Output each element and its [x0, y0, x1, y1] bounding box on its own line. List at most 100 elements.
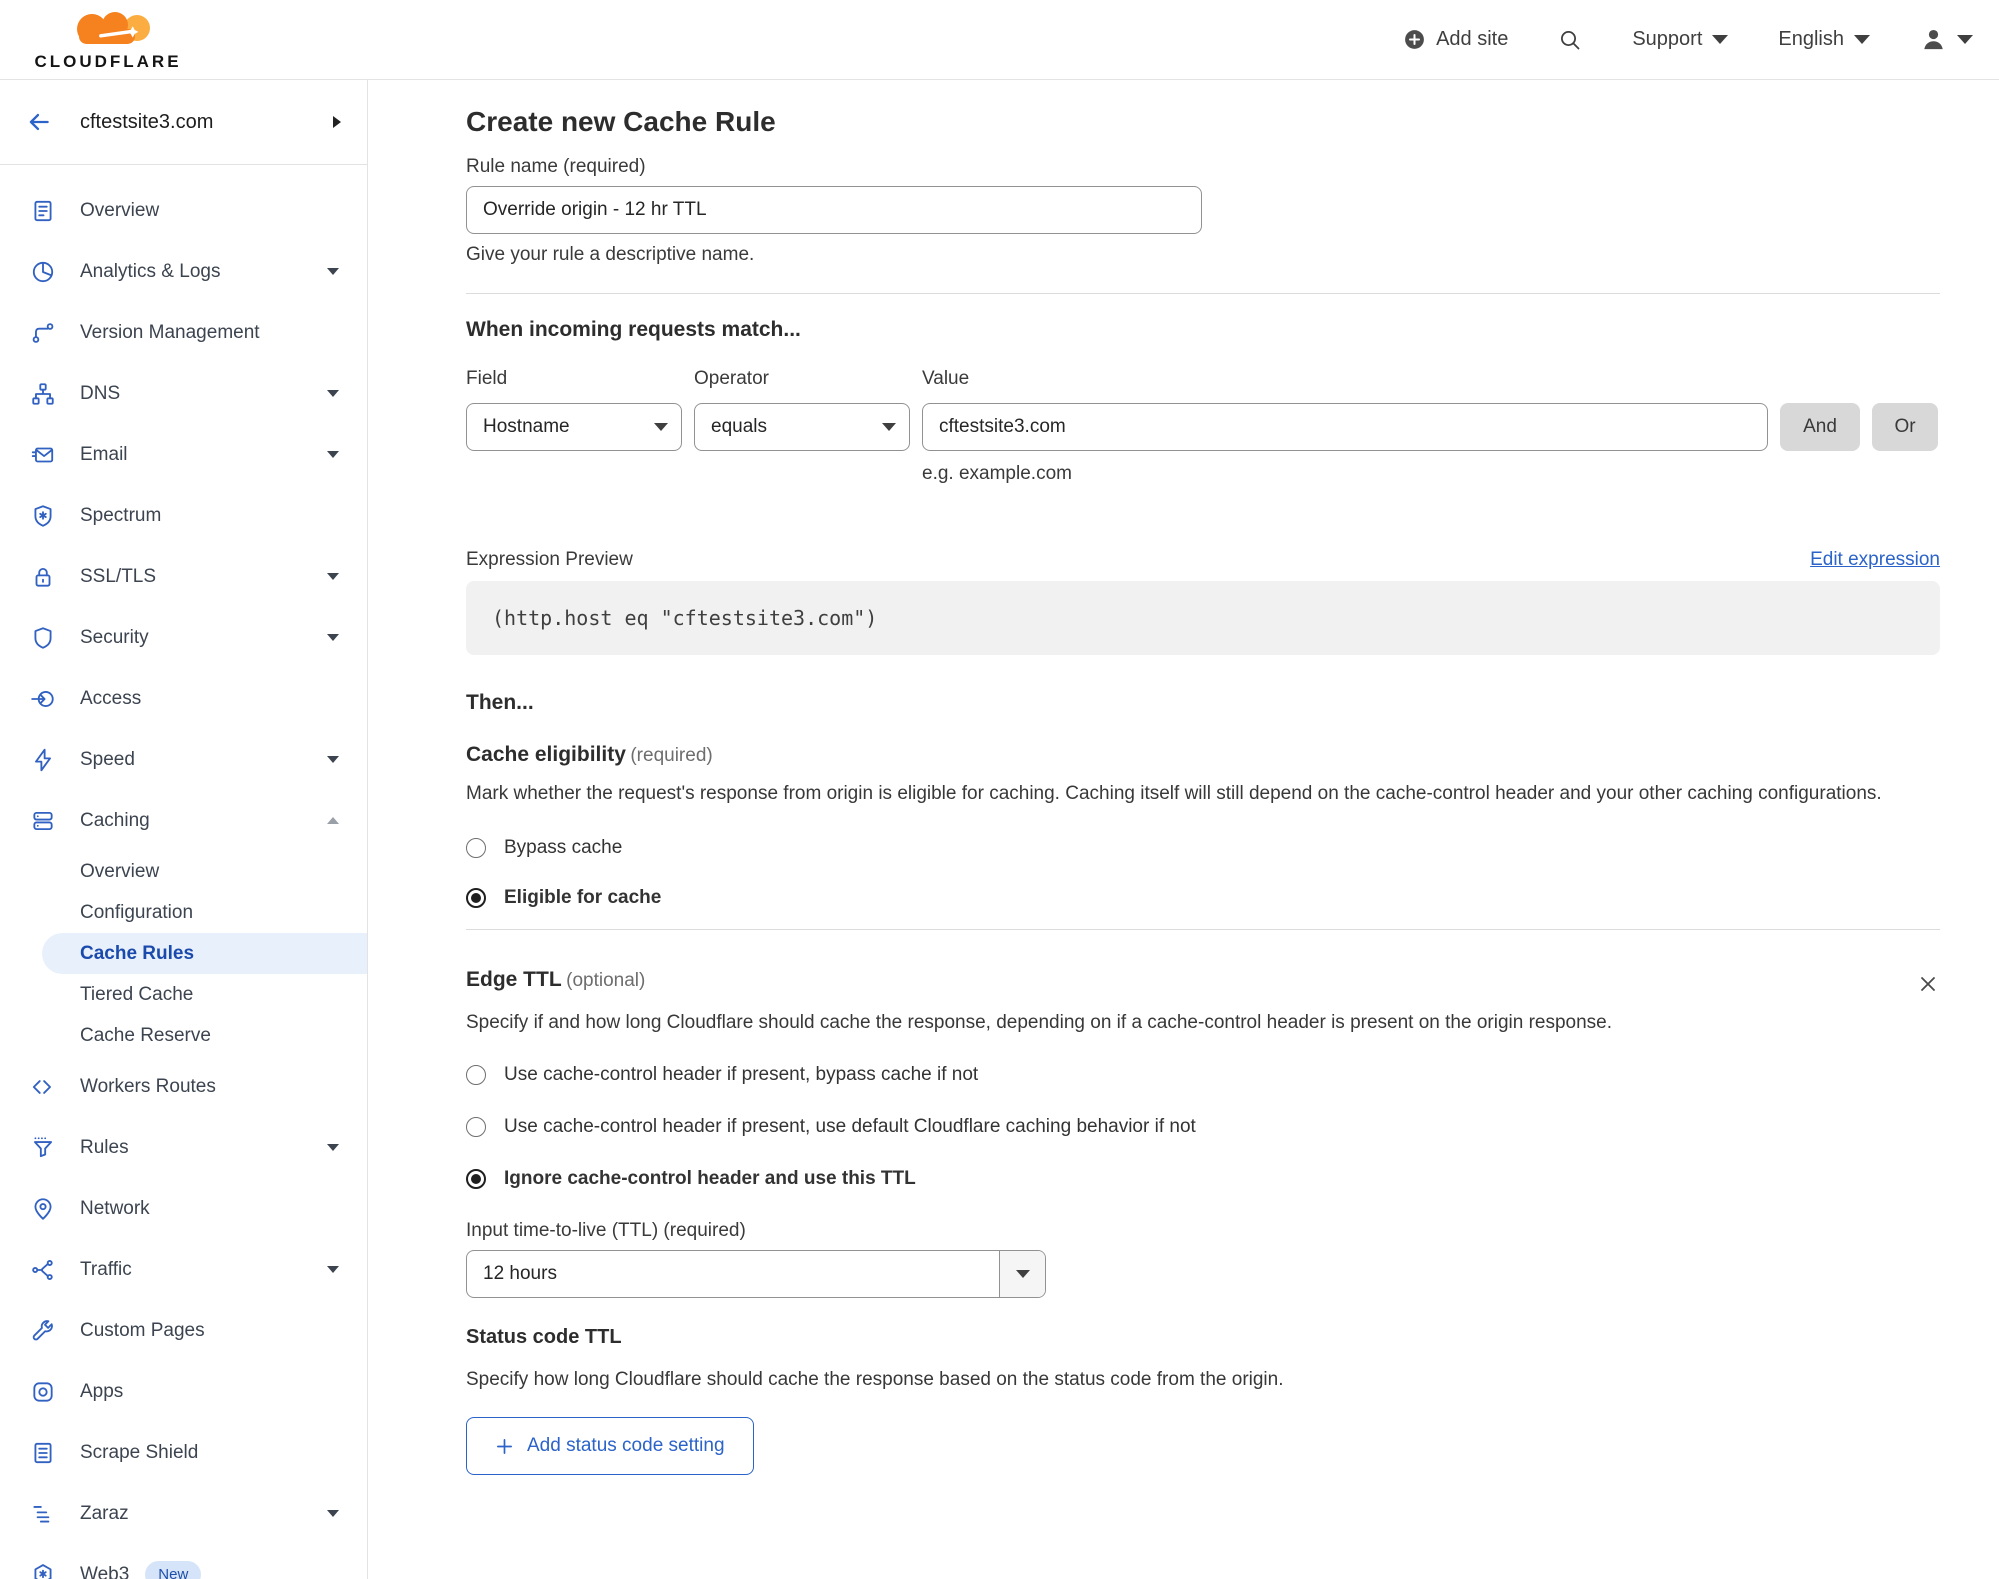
sidebar-item-access[interactable]: Access: [0, 668, 367, 729]
radio-eligible-for-cache[interactable]: Eligible for cache: [466, 887, 1940, 909]
sidebar-item-traffic[interactable]: Traffic: [0, 1239, 367, 1300]
top-header: CLOUDFLARE Add site Support English: [0, 0, 1999, 80]
and-button[interactable]: And: [1780, 403, 1860, 451]
radio-button-checked[interactable]: [466, 888, 486, 908]
wrench-icon: [30, 1318, 56, 1344]
sub-item-label: Cache Rules: [80, 942, 195, 964]
radio-button[interactable]: [466, 1065, 486, 1085]
site-expand-icon[interactable]: [333, 116, 341, 128]
radio-label: Ignore cache-control header and use this…: [504, 1168, 916, 1189]
search-button[interactable]: [1558, 28, 1582, 52]
expression-header-row: Expression Preview Edit expression: [466, 549, 1940, 571]
sidebar-item-security[interactable]: Security: [0, 607, 367, 668]
add-status-code-setting-button[interactable]: Add status code setting: [466, 1417, 754, 1475]
sidebar-item-cache-reserve[interactable]: Cache Reserve: [0, 1015, 367, 1056]
chevron-down-icon: [327, 1144, 339, 1151]
language-label: English: [1778, 28, 1844, 50]
sidebar-item-email[interactable]: Email: [0, 424, 367, 485]
edit-expression-link[interactable]: Edit expression: [1810, 549, 1940, 571]
sidebar-item-overview[interactable]: Overview: [0, 180, 367, 241]
match-heading: When incoming requests match...: [466, 318, 801, 341]
close-icon: [1921, 977, 1935, 991]
caching-subnav: Overview Configuration Cache Rules Tiere…: [0, 851, 367, 1056]
operator-label: Operator: [694, 368, 769, 389]
sidebar-item-caching-overview[interactable]: Overview: [0, 851, 367, 892]
filter-icon: [30, 1135, 56, 1161]
sidebar-item-ssl-tls[interactable]: SSL/TLS: [0, 546, 367, 607]
chevron-down-icon: [1712, 35, 1729, 44]
page-title: Create new Cache Rule: [466, 106, 776, 137]
operator-select[interactable]: equals: [694, 403, 910, 451]
add-site-button[interactable]: Add site: [1403, 28, 1508, 51]
language-menu[interactable]: English: [1778, 28, 1870, 51]
sidebar-item-scrape-shield[interactable]: Scrape Shield: [0, 1422, 367, 1483]
radio-use-header-bypass[interactable]: Use cache-control header if present, byp…: [466, 1064, 1940, 1086]
rule-name-help: Give your rule a descriptive name.: [466, 244, 755, 265]
traffic-share-icon: [30, 1257, 56, 1283]
or-button[interactable]: Or: [1872, 403, 1938, 451]
ttl-select-value: 12 hours: [483, 1263, 557, 1284]
sidebar-item-label: Apps: [80, 1380, 124, 1402]
cloudflare-cloud-icon: [49, 7, 167, 51]
account-menu[interactable]: [1920, 26, 1973, 53]
search-icon: [1558, 28, 1582, 52]
plus-icon: [496, 1438, 513, 1454]
radio-use-header-default[interactable]: Use cache-control header if present, use…: [466, 1116, 1940, 1138]
sidebar-item-version-management[interactable]: Version Management: [0, 302, 367, 363]
sidebar-item-rules[interactable]: Rules: [0, 1117, 367, 1178]
spectrum-shield-icon: [30, 503, 56, 529]
sidebar-item-analytics-logs[interactable]: Analytics & Logs: [0, 241, 367, 302]
radio-bypass-cache[interactable]: Bypass cache: [466, 837, 1940, 859]
sidebar-item-label: Rules: [80, 1136, 129, 1158]
sidebar-item-caching-configuration[interactable]: Configuration: [0, 892, 367, 933]
chevron-down-icon: [1015, 1270, 1030, 1278]
lightning-icon: [30, 747, 56, 773]
field-select[interactable]: Hostname: [466, 403, 682, 451]
sidebar-item-speed[interactable]: Speed: [0, 729, 367, 790]
chevron-down-icon: [327, 390, 339, 397]
radio-button[interactable]: [466, 838, 486, 858]
sidebar-item-network[interactable]: Network: [0, 1178, 367, 1239]
radio-button[interactable]: [466, 1117, 486, 1137]
sidebar-item-tiered-cache[interactable]: Tiered Cache: [0, 974, 367, 1015]
sidebar-item-zaraz[interactable]: Zaraz: [0, 1483, 367, 1544]
value-input[interactable]: [922, 403, 1768, 451]
sidebar-item-workers-routes[interactable]: Workers Routes: [0, 1056, 367, 1117]
shield-icon: [30, 625, 56, 651]
sidebar-item-cache-rules[interactable]: Cache Rules: [42, 933, 367, 974]
zaraz-bars-icon: [30, 1501, 56, 1527]
field-select-value: Hostname: [483, 416, 570, 437]
branch-icon: [30, 320, 56, 346]
radio-label: Eligible for cache: [504, 887, 662, 908]
sidebar-item-apps[interactable]: Apps: [0, 1361, 367, 1422]
edge-ttl-close-button[interactable]: [1916, 972, 1940, 996]
sidebar-item-label: Security: [80, 626, 149, 648]
access-icon: [30, 686, 56, 712]
status-code-ttl-heading: Status code TTL: [466, 1326, 622, 1348]
support-menu[interactable]: Support: [1632, 28, 1729, 51]
ttl-select[interactable]: 12 hours: [466, 1250, 1046, 1298]
radio-ignore-header-use-ttl[interactable]: Ignore cache-control header and use this…: [466, 1168, 1940, 1190]
analytics-icon: [30, 259, 56, 285]
chevron-down-icon: [654, 423, 668, 431]
expression-code: (http.host eq "cftestsite3.com"): [492, 606, 878, 630]
radio-label: Use cache-control header if present, use…: [504, 1116, 1196, 1137]
sidebar-item-dns[interactable]: DNS: [0, 363, 367, 424]
sidebar-item-web3[interactable]: Web3 New: [0, 1544, 367, 1579]
add-status-code-setting-label: Add status code setting: [527, 1435, 725, 1456]
ttl-select-dropdown-button[interactable]: [999, 1251, 1045, 1297]
sidebar-item-spectrum[interactable]: Spectrum: [0, 485, 367, 546]
rule-name-label: Rule name (required): [466, 156, 646, 177]
radio-button-checked[interactable]: [466, 1169, 486, 1189]
operator-select-value: equals: [711, 416, 767, 437]
sidebar-item-label: Scrape Shield: [80, 1441, 199, 1463]
back-arrow-icon[interactable]: [24, 107, 54, 137]
apps-icon: [30, 1379, 56, 1405]
rule-name-input[interactable]: [466, 186, 1202, 234]
sidebar-item-custom-pages[interactable]: Custom Pages: [0, 1300, 367, 1361]
chevron-down-icon: [327, 1510, 339, 1517]
sidebar-item-caching[interactable]: Caching: [0, 790, 367, 851]
chevron-down-icon: [1854, 35, 1870, 44]
cloudflare-logo[interactable]: CLOUDFLARE: [18, 7, 198, 72]
document-icon: [30, 1440, 56, 1466]
